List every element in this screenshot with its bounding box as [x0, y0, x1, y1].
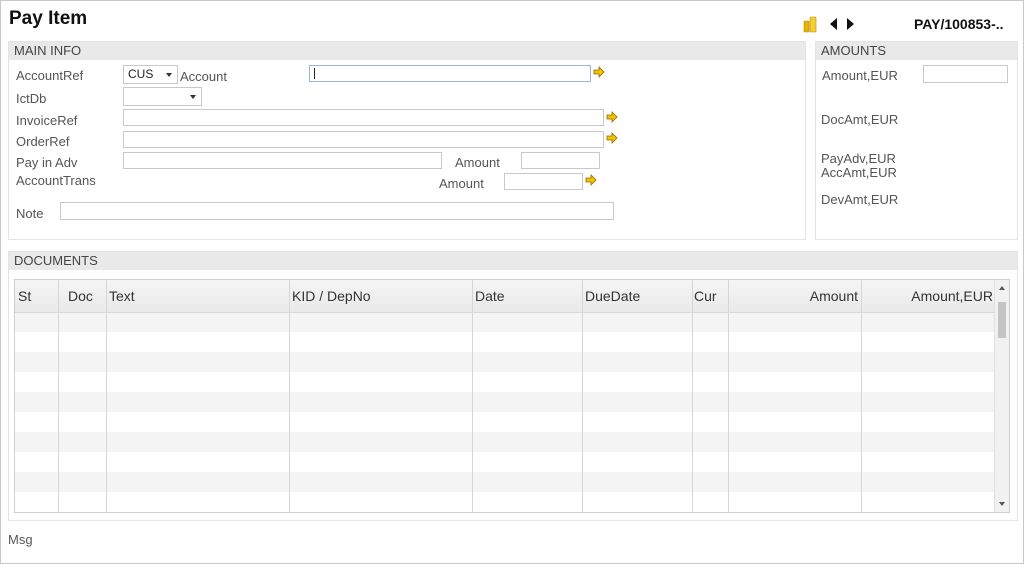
column-divider — [289, 280, 290, 512]
amount-input[interactable] — [521, 152, 600, 169]
table-row[interactable] — [15, 392, 996, 412]
table-row[interactable] — [15, 452, 996, 472]
account-ref-value: CUS — [128, 67, 154, 81]
order-ref-label: OrderRef — [16, 134, 70, 149]
pay-in-adv-label: Pay in Adv — [16, 155, 78, 170]
amount-label: Amount — [455, 155, 500, 170]
goto-order-icon[interactable] — [606, 132, 618, 144]
account-input[interactable] — [309, 65, 591, 82]
note-input[interactable] — [60, 202, 614, 220]
note-label: Note — [16, 206, 44, 221]
prev-record-icon[interactable] — [829, 17, 839, 31]
column-header-kid[interactable]: KID / DepNo — [289, 280, 472, 312]
column-divider — [692, 280, 693, 512]
docamt-eur-label: DocAmt,EUR — [821, 112, 899, 127]
main-info-header: MAIN INFO — [9, 42, 805, 60]
ictdb-select[interactable] — [123, 87, 202, 106]
status-message: Msg — [8, 532, 33, 547]
scroll-up-icon[interactable] — [998, 285, 1006, 291]
column-header-text[interactable]: Text — [106, 280, 289, 312]
goto-account-icon[interactable] — [593, 66, 605, 78]
chevron-down-icon — [166, 73, 172, 77]
column-header-amount-eur[interactable]: Amount,EUR — [861, 280, 996, 312]
devamt-eur-label: DevAmt,EUR — [821, 192, 899, 207]
grid-header: St Doc Text KID / DepNo Date DueDate Cur… — [15, 280, 996, 313]
order-ref-input[interactable] — [123, 131, 604, 148]
account-ref-select[interactable]: CUS — [123, 65, 178, 84]
text-caret — [314, 68, 315, 79]
column-header-cur[interactable]: Cur — [691, 280, 728, 312]
database-icon[interactable] — [803, 15, 817, 33]
amount-eur-label: Amount,EUR — [822, 68, 898, 83]
account-label: Account — [180, 69, 227, 84]
amount-eur-input[interactable] — [923, 65, 1008, 83]
column-divider — [861, 280, 862, 512]
table-row[interactable] — [15, 492, 996, 512]
account-trans-label: AccountTrans — [16, 173, 96, 188]
pay-in-adv-input[interactable] — [123, 152, 442, 169]
record-reference: PAY/100853-.. — [914, 16, 1004, 32]
column-header-doc[interactable]: Doc — [65, 280, 108, 312]
table-row[interactable] — [15, 372, 996, 392]
column-header-amount[interactable]: Amount — [728, 280, 861, 312]
goto-trans-icon[interactable] — [585, 174, 597, 186]
table-row[interactable] — [15, 432, 996, 452]
amount-trans-label: Amount — [439, 176, 484, 191]
table-row[interactable] — [15, 412, 996, 432]
column-header-date[interactable]: Date — [472, 280, 582, 312]
page-title: Pay Item — [9, 8, 88, 29]
invoice-ref-label: InvoiceRef — [16, 113, 78, 128]
payadv-eur-label: PayAdv,EUR — [821, 151, 896, 166]
table-row[interactable] — [15, 312, 996, 332]
table-row[interactable] — [15, 472, 996, 492]
account-ref-label: AccountRef — [16, 68, 84, 83]
column-divider — [472, 280, 473, 512]
invoice-ref-input[interactable] — [123, 109, 604, 126]
scrollbar-thumb[interactable] — [998, 302, 1006, 338]
documents-header: DOCUMENTS — [9, 252, 1017, 270]
ictdb-label: IctDb — [16, 91, 47, 106]
chevron-down-icon — [190, 95, 196, 99]
amount-trans-input[interactable] — [504, 173, 583, 190]
column-header-duedate[interactable]: DueDate — [582, 280, 693, 312]
column-divider — [58, 280, 59, 512]
column-divider — [106, 280, 107, 512]
scroll-down-icon[interactable] — [998, 501, 1006, 507]
column-header-st[interactable]: St — [15, 280, 58, 312]
vertical-scrollbar[interactable] — [994, 280, 1009, 512]
accamt-eur-label: AccAmt,EUR — [821, 165, 897, 180]
documents-grid[interactable]: St Doc Text KID / DepNo Date DueDate Cur… — [14, 279, 1010, 513]
column-divider — [728, 280, 729, 512]
goto-invoice-icon[interactable] — [606, 111, 618, 123]
column-divider — [582, 280, 583, 512]
amounts-header: AMOUNTS — [816, 42, 1017, 60]
table-row[interactable] — [15, 332, 996, 352]
table-row[interactable] — [15, 352, 996, 372]
next-record-icon[interactable] — [845, 17, 855, 31]
